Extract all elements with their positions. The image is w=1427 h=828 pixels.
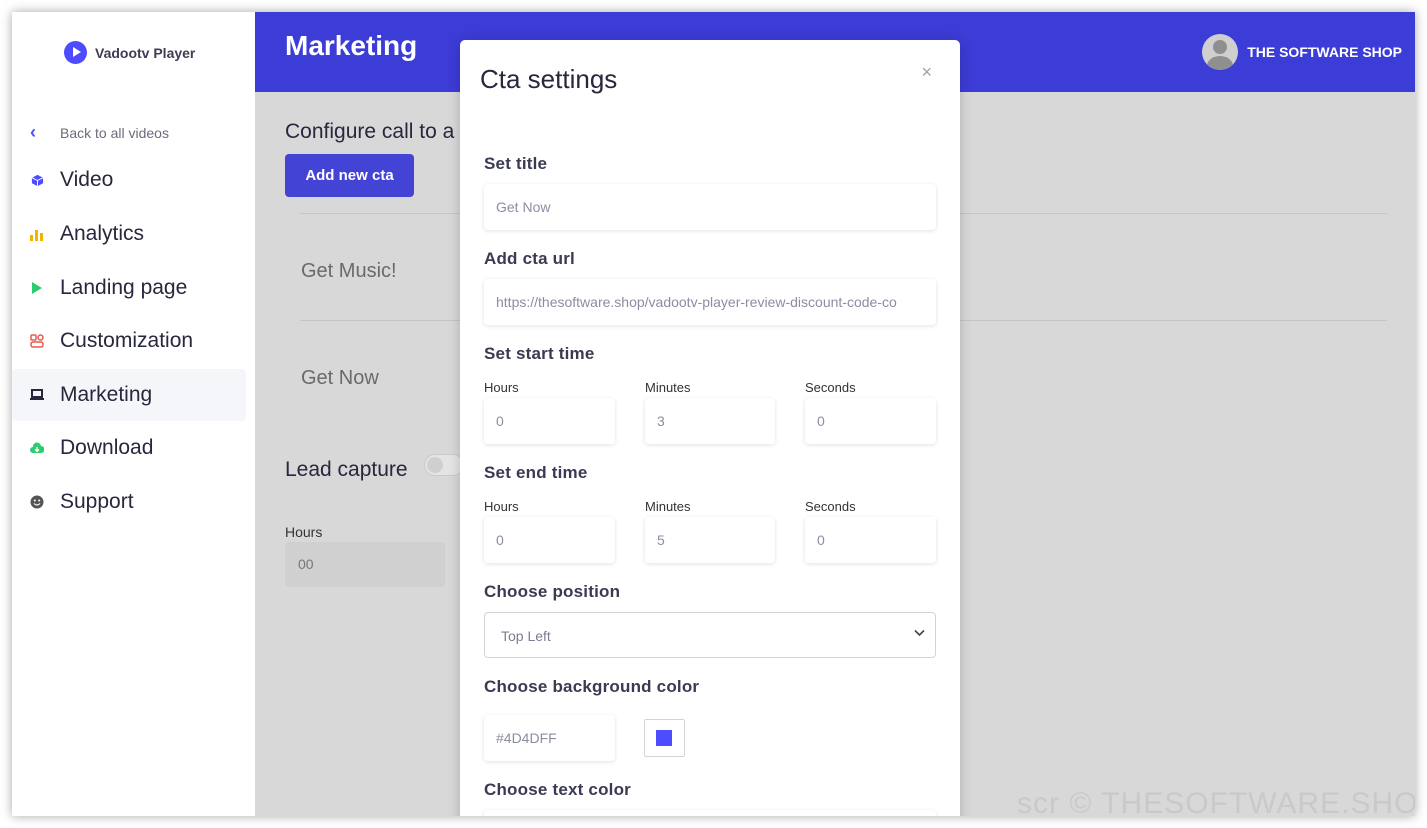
close-icon[interactable]: × [921, 62, 932, 83]
cta-url-label: Add cta url [484, 249, 575, 268]
position-value: Top Left [501, 628, 551, 644]
sidebar-item-label: Analytics [60, 222, 145, 245]
color-swatch [656, 730, 672, 746]
text-color-label: Choose text color [484, 780, 631, 799]
cta-settings-modal: Cta settings × Set title Get Now Add cta… [460, 40, 960, 816]
palette-icon [30, 334, 44, 348]
lead-capture-hours-label: Hours [285, 524, 323, 540]
avatar [1202, 34, 1239, 70]
start-seconds-label: Seconds [805, 380, 856, 395]
cta-item-get-now[interactable]: Get Now [301, 367, 379, 390]
lead-capture-heading: Lead capture [285, 458, 408, 481]
position-select[interactable]: Top Left [484, 612, 936, 658]
chevron-down-icon [914, 626, 925, 640]
smiley-icon [30, 495, 44, 509]
start-minutes-label: Minutes [645, 380, 691, 395]
sidebar-item-marketing[interactable]: Marketing [12, 369, 246, 421]
configure-cta-heading: Configure call to a [285, 120, 455, 143]
background-color-input[interactable]: #4D4DFF [484, 715, 615, 761]
title-input[interactable]: Get Now [484, 184, 936, 230]
sidebar-item-landing-page[interactable]: Landing page [12, 262, 246, 314]
play-logo-icon [64, 41, 87, 64]
sidebar-item-label: Landing page [60, 276, 188, 299]
add-new-cta-button[interactable]: Add new cta [285, 154, 414, 197]
lead-capture-toggle[interactable] [424, 454, 464, 476]
end-hours-input[interactable]: 0 [484, 517, 615, 563]
user-name: THE SOFTWARE SHOP [1247, 44, 1402, 60]
cta-item-get-music[interactable]: Get Music! [301, 260, 397, 283]
play-icon [30, 281, 44, 295]
position-label: Choose position [484, 582, 621, 601]
back-label: Back to all videos [60, 124, 169, 141]
modal-title: Cta settings [480, 64, 618, 94]
sidebar-item-label: Customization [60, 329, 194, 352]
sidebar-item-label: Marketing [60, 383, 153, 406]
cube-icon [30, 173, 44, 187]
cloud-download-icon [30, 441, 44, 455]
app-logo[interactable]: Vadootv Player [64, 41, 195, 64]
start-minutes-input[interactable]: 3 [645, 398, 775, 444]
sidebar-item-label: Support [60, 490, 134, 513]
sidebar-item-download[interactable]: Download [12, 422, 246, 474]
end-minutes-input[interactable]: 5 [645, 517, 775, 563]
app-window: Vadootv Player ‹ Back to all videos Vide… [12, 12, 1415, 816]
bar-chart-icon [30, 227, 44, 241]
chevron-left-icon: ‹ [30, 122, 36, 142]
background-color-label: Choose background color [484, 677, 700, 696]
sidebar-item-support[interactable]: Support [12, 476, 246, 528]
lead-capture-hours-input[interactable]: 00 [285, 542, 445, 587]
background-color-picker[interactable] [644, 719, 685, 757]
end-time-label: Set end time [484, 463, 588, 482]
back-to-all-videos-link[interactable]: ‹ Back to all videos [30, 122, 169, 143]
end-minutes-label: Minutes [645, 499, 691, 514]
sidebar-item-analytics[interactable]: Analytics [12, 208, 246, 260]
start-hours-label: Hours [484, 380, 519, 395]
end-seconds-input[interactable]: 0 [805, 517, 936, 563]
sidebar-item-label: Download [60, 436, 154, 459]
sidebar-item-customization[interactable]: Customization [12, 315, 246, 367]
watermark: scr © THESOFTWARE.SHOP [1017, 787, 1415, 816]
app-name: Vadootv Player [95, 44, 196, 61]
user-menu[interactable]: THE SOFTWARE SHOP [1202, 34, 1402, 70]
end-seconds-label: Seconds [805, 499, 856, 514]
sidebar-item-label: Video [60, 168, 114, 191]
laptop-icon [30, 388, 44, 402]
sidebar: Vadootv Player ‹ Back to all videos Vide… [12, 12, 255, 816]
start-time-label: Set start time [484, 344, 595, 363]
text-color-input[interactable] [484, 810, 936, 816]
start-hours-input[interactable]: 0 [484, 398, 615, 444]
page-title: Marketing [285, 30, 418, 61]
cta-url-input[interactable]: https://thesoftware.shop/vadootv-player-… [484, 279, 936, 325]
sidebar-item-video[interactable]: Video [12, 154, 246, 206]
start-seconds-input[interactable]: 0 [805, 398, 936, 444]
end-hours-label: Hours [484, 499, 519, 514]
set-title-label: Set title [484, 154, 548, 173]
